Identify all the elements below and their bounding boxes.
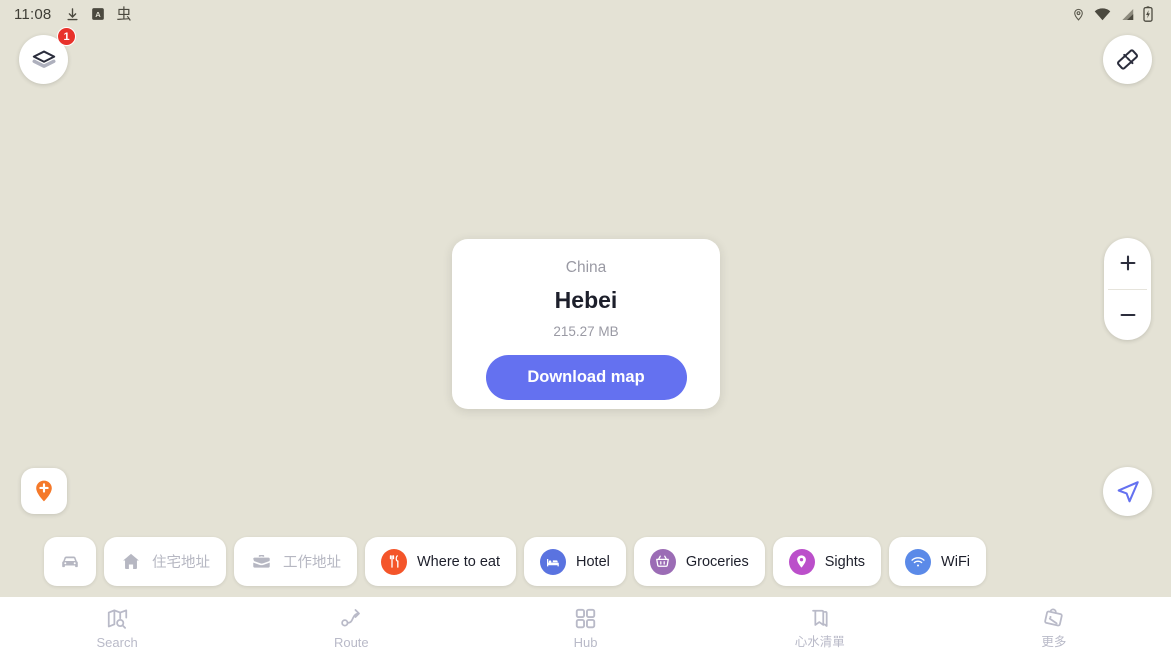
chip-groceries[interactable]: Groceries <box>633 537 765 586</box>
nav-item-bookmarks-label: 心水清單 <box>794 634 845 650</box>
map-pin-icon <box>788 548 815 575</box>
download-icon <box>67 7 78 20</box>
nav-item-route[interactable]: Route <box>234 597 468 658</box>
map-download-card: China Hebei 215.27 MB Download map <box>452 239 720 409</box>
zoom-out-button[interactable] <box>1104 290 1151 341</box>
minus-icon <box>1120 313 1135 316</box>
wifi-icon <box>1094 7 1111 20</box>
layers-icon <box>32 50 55 68</box>
status-bar-notification-icons: A 虫 <box>65 4 132 23</box>
chip-sights-label: Sights <box>824 553 866 570</box>
chip-sights[interactable]: Sights <box>772 537 882 586</box>
bug-glyph-icon: 虫 <box>116 4 132 23</box>
chip-home[interactable]: 住宅地址 <box>104 537 226 586</box>
zoom-controls <box>1104 238 1151 340</box>
plus-icon <box>1120 255 1135 271</box>
chip-where-to-eat[interactable]: Where to eat <box>365 537 517 586</box>
chip-groceries-label: Groceries <box>685 553 749 570</box>
chip-work-label: 工作地址 <box>283 555 341 571</box>
car-icon <box>62 556 78 567</box>
map-app-screen: 11:08 A 虫 1 China Hebei 215.27 MB Downlo… <box>0 0 1171 658</box>
nav-item-search[interactable]: Search <box>0 597 234 658</box>
navigation-arrow-icon <box>1117 480 1139 502</box>
chip-hotel[interactable]: Hotel <box>524 537 626 586</box>
more-bag-icon <box>1044 608 1064 627</box>
chip-wifi-label: WiFi <box>941 553 971 570</box>
status-bar-clock: 11:08 <box>14 5 52 23</box>
cellular-signal-icon <box>1122 8 1134 20</box>
wifi-icon <box>905 548 932 575</box>
cutlery-icon <box>381 548 407 575</box>
nav-item-search-label: Search <box>96 635 138 650</box>
grid-icon <box>575 608 596 629</box>
download-map-button[interactable]: Download map <box>485 355 687 400</box>
chip-home-label: 住宅地址 <box>152 555 210 571</box>
translate-app-icon: A <box>92 8 105 20</box>
layers-badge: 1 <box>57 27 76 46</box>
add-place-button[interactable] <box>21 468 67 514</box>
nav-item-hub-label: Hub <box>573 635 598 650</box>
layers-button[interactable]: 1 <box>19 27 76 84</box>
card-size-label: 215.27 MB <box>553 323 619 339</box>
nav-item-route-label: Route <box>333 635 369 650</box>
svg-text:A: A <box>96 10 102 19</box>
chip-car[interactable] <box>44 537 96 586</box>
chip-hotel-label: Hotel <box>576 553 610 570</box>
category-chips-row: 住宅地址 工作地址 Where to eat Hotel Groceries S… <box>44 537 987 586</box>
bed-icon <box>540 548 567 575</box>
locate-me-button[interactable] <box>1103 467 1152 516</box>
card-country-label: China <box>565 259 607 276</box>
nav-item-more[interactable]: 更多 <box>937 597 1171 658</box>
pin-plus-icon <box>36 480 52 502</box>
status-bar: 11:08 A 虫 <box>0 0 1171 28</box>
bookmark-icon <box>812 610 828 628</box>
measure-distance-button[interactable] <box>1103 35 1152 84</box>
battery-charging-icon <box>1143 6 1153 22</box>
chip-work[interactable]: 工作地址 <box>234 537 357 586</box>
nav-item-more-label: 更多 <box>1041 634 1067 650</box>
nav-item-hub[interactable]: Hub <box>468 597 702 658</box>
card-region-title: Hebei <box>554 286 618 313</box>
basket-icon <box>649 548 676 575</box>
map-search-icon <box>107 609 127 629</box>
bottom-navigation-bar: Search Route Hub 心水清單 更多 <box>0 597 1171 658</box>
briefcase-icon <box>253 554 270 568</box>
chip-where-to-eat-label: Where to eat <box>417 553 501 570</box>
status-bar-system-icons <box>1072 6 1161 22</box>
nav-item-bookmarks[interactable]: 心水清單 <box>703 597 937 658</box>
ruler-icon <box>1117 49 1138 70</box>
zoom-in-button[interactable] <box>1104 238 1151 289</box>
home-icon <box>123 553 139 569</box>
chip-wifi[interactable]: WiFi <box>889 537 987 586</box>
route-icon <box>341 609 360 627</box>
location-pin-icon <box>1074 8 1083 21</box>
